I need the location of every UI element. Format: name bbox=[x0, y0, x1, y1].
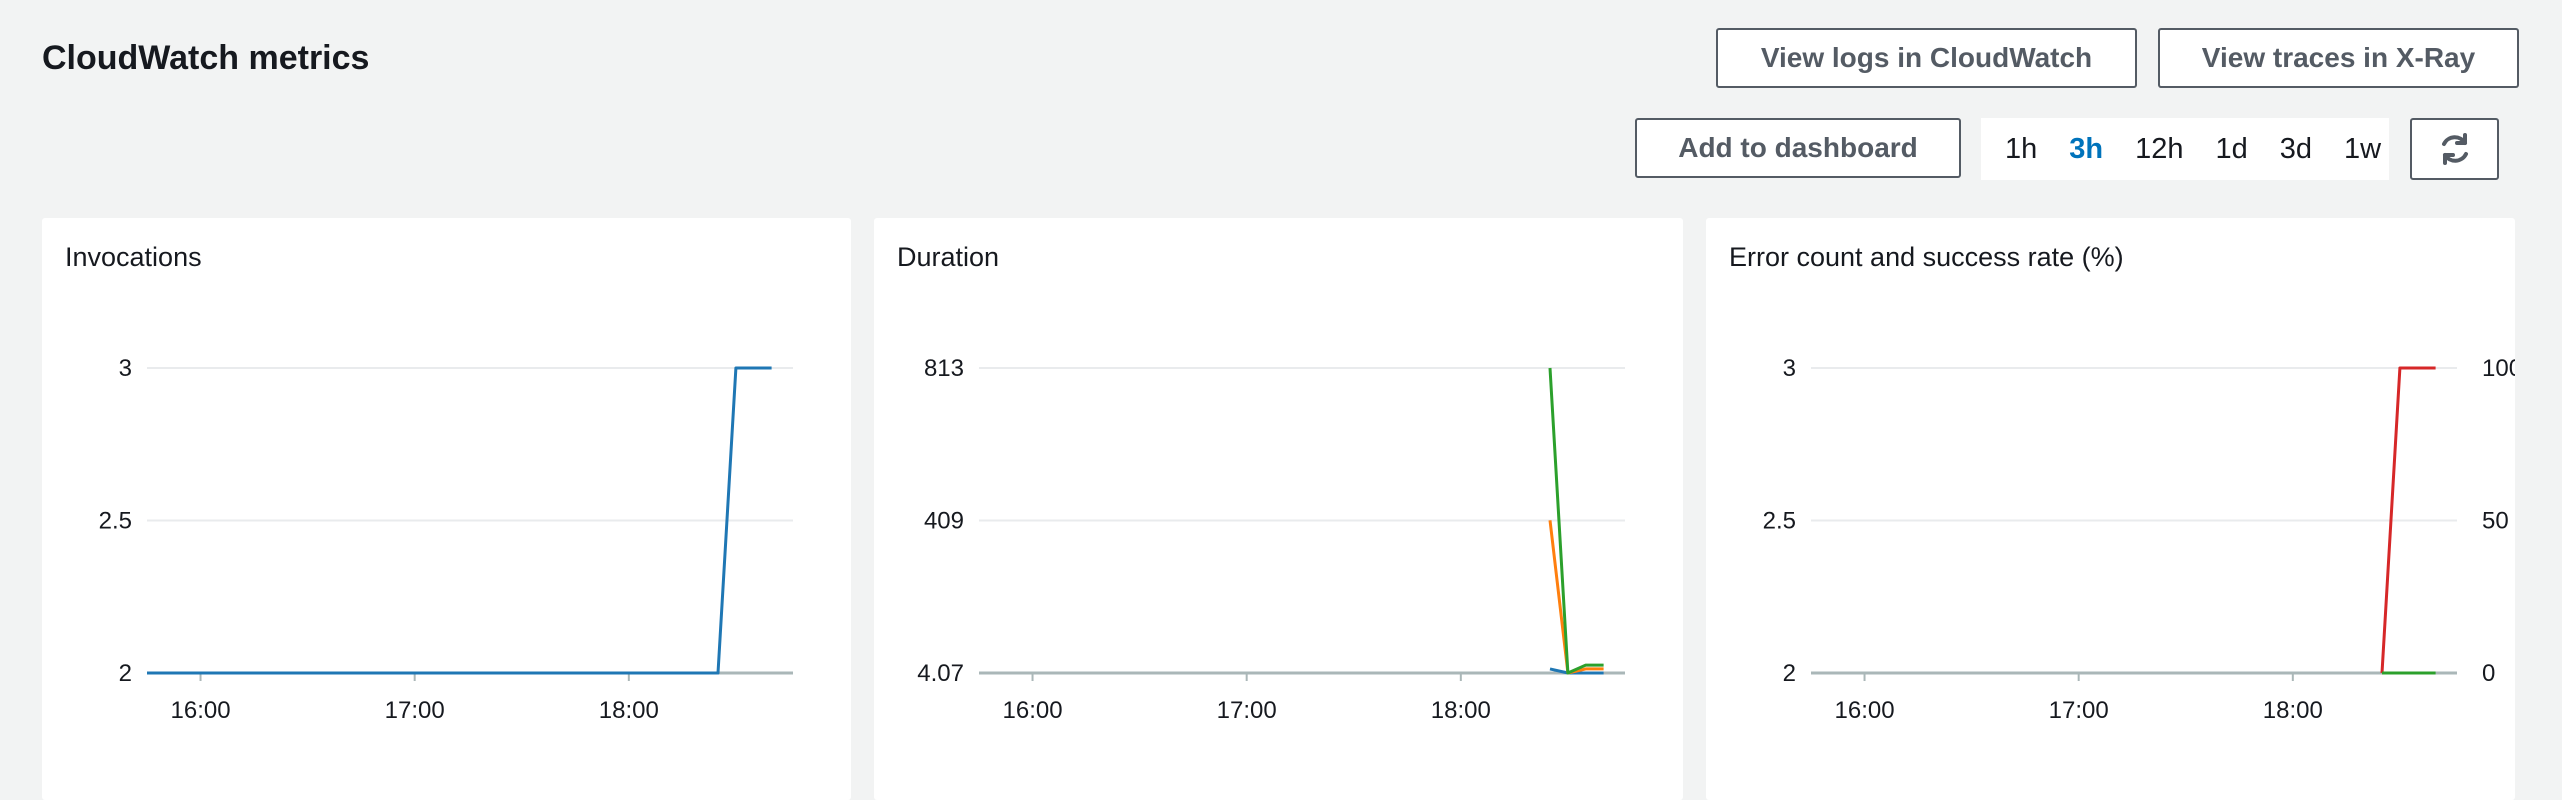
duration-chart: 813 409 4.07 16:00 17:00 18:00 bbox=[917, 355, 1625, 724]
x-tick-label: 18:00 bbox=[599, 697, 659, 724]
x-tick-label: 18:00 bbox=[1431, 697, 1491, 724]
duration-widget: Duration 813 409 4.07 16:00 17:00 18:00 bbox=[874, 218, 1683, 800]
x-tick-label: 18:00 bbox=[2263, 697, 2323, 724]
x-tick-label: 17:00 bbox=[1217, 697, 1277, 724]
y-tick-label: 4.07 bbox=[917, 660, 964, 687]
y2-tick-label: 50 bbox=[2482, 508, 2509, 535]
view-logs-button[interactable]: View logs in CloudWatch bbox=[1716, 28, 2137, 88]
x-tick-label: 16:00 bbox=[171, 697, 231, 724]
time-range-3d[interactable]: 3d bbox=[2280, 118, 2312, 180]
series-line-1 bbox=[1548, 520, 1604, 675]
time-range-1w[interactable]: 1w bbox=[2344, 118, 2381, 180]
page-title: CloudWatch metrics bbox=[42, 39, 370, 77]
x-tick-label: 16:00 bbox=[1835, 697, 1895, 724]
cloudwatch-metrics-page: CloudWatch metrics View logs in CloudWat… bbox=[0, 0, 2562, 800]
y-tick-label: 3 bbox=[1783, 355, 1796, 382]
time-range-1h[interactable]: 1h bbox=[2005, 118, 2037, 180]
y-tick-label: 409 bbox=[924, 508, 964, 535]
time-range-3h[interactable]: 3h bbox=[2069, 118, 2103, 180]
y2-tick-label: 0 bbox=[2482, 660, 2495, 687]
y2-tick-label: 100 bbox=[2482, 355, 2515, 382]
view-traces-button[interactable]: View traces in X-Ray bbox=[2158, 28, 2519, 88]
time-range-12h[interactable]: 12h bbox=[2135, 118, 2183, 180]
y-tick-label: 2 bbox=[119, 660, 132, 687]
y-tick-label: 3 bbox=[119, 355, 132, 382]
add-to-dashboard-button[interactable]: Add to dashboard bbox=[1635, 118, 1961, 178]
x-tick-label: 17:00 bbox=[385, 697, 445, 724]
invocations-widget: Invocations 3 2.5 2 16:00 17:00 18:00 bbox=[42, 218, 851, 800]
y-tick-label: 2.5 bbox=[1763, 508, 1796, 535]
x-tick-label: 17:00 bbox=[2049, 697, 2109, 724]
time-range-selector: 1h 3h 12h 1d 3d 1w bbox=[1981, 118, 2389, 180]
refresh-button[interactable] bbox=[2410, 118, 2499, 180]
time-range-1d[interactable]: 1d bbox=[2216, 118, 2248, 180]
refresh-icon bbox=[2441, 133, 2468, 165]
error-success-chart: 3 2.5 2 100 50 0 16:00 17:00 18:00 bbox=[1763, 355, 2515, 724]
y-tick-label: 2.5 bbox=[99, 508, 132, 535]
y-tick-label: 813 bbox=[924, 355, 964, 382]
y-tick-label: 2 bbox=[1783, 660, 1796, 687]
invocations-chart: 3 2.5 2 16:00 17:00 18:00 bbox=[99, 355, 793, 724]
x-tick-label: 16:00 bbox=[1003, 697, 1063, 724]
error-success-widget: Error count and success rate (%) 3 2.5 2 10… bbox=[1706, 218, 2515, 800]
